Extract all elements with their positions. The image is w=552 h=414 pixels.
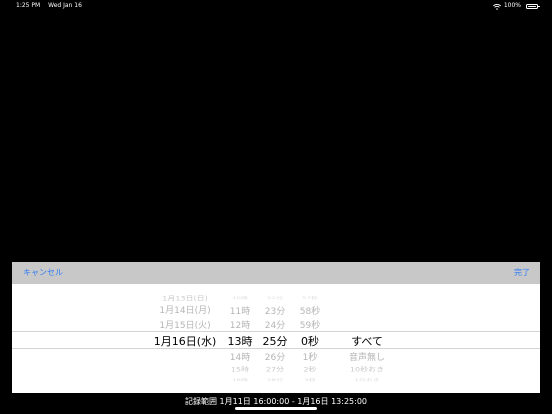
date-time-picker[interactable]: 1月13日(日) 1月14日(月) 1月15日(火) 1月16日(水) 10時 … (12, 284, 540, 393)
battery-icon (526, 3, 540, 9)
picker-item-second[interactable]: 57秒 (296, 296, 324, 301)
done-button[interactable]: 完了 (514, 262, 530, 284)
picker-column-hour[interactable]: 10時 11時 12時 13時 14時 15時 16時 (226, 284, 254, 393)
picker-item-minute[interactable]: 22分 (261, 296, 289, 301)
picker-item-hour[interactable]: 16時 (226, 378, 254, 383)
cancel-button[interactable]: キャンセル (23, 262, 63, 284)
recording-range-label: 記録範囲 1月11日 16:00:00 - 1月16日 13:25:00 (185, 397, 367, 406)
picker-item-hour[interactable]: 11時 (226, 304, 254, 317)
footer: 記録範囲 1月11日 16:00:00 - 1月16日 13:25:00 (0, 393, 552, 414)
picker-item-minute[interactable]: 27分 (261, 365, 289, 374)
picker-item-second[interactable]: 58秒 (296, 304, 324, 317)
picker-column-minute[interactable]: 22分 23分 24分 25分 26分 27分 28分 (261, 284, 289, 393)
status-bar: 1:25 PM Wed Jan 16 100% (0, 0, 552, 12)
picker-column-second[interactable]: 57秒 58秒 59秒 0秒 1秒 2秒 3秒 (296, 284, 324, 393)
picker-item-minute[interactable]: 26分 (261, 350, 289, 363)
picker-item-minute[interactable]: 28分 (261, 378, 289, 383)
picker-item-minute[interactable]: 24分 (261, 318, 289, 331)
picker-item-second[interactable]: 3秒 (296, 378, 324, 383)
picker-toolbar: キャンセル 完了 (12, 262, 540, 284)
picker-item-minute-selected[interactable]: 25分 (261, 333, 289, 349)
picker-item-second-selected[interactable]: 0秒 (296, 333, 324, 349)
picker-item-filter[interactable]: 10秒おき (334, 365, 400, 374)
picker-item-hour[interactable]: 14時 (226, 350, 254, 363)
picker-item-date-selected[interactable]: 1月16日(水) (142, 333, 228, 349)
wifi-icon (492, 3, 501, 10)
picker-item-date[interactable]: 1月13日(日) (142, 294, 228, 303)
picker-item-hour[interactable]: 12時 (226, 318, 254, 331)
picker-item-hour[interactable]: 10時 (226, 296, 254, 301)
home-indicator[interactable] (235, 407, 317, 410)
picker-item-second[interactable]: 59秒 (296, 318, 324, 331)
picker-item-filter[interactable]: 1分おき (334, 378, 400, 383)
picker-item-hour-selected[interactable]: 13時 (226, 333, 254, 349)
picker-item-second[interactable]: 1秒 (296, 350, 324, 363)
picker-column-date[interactable]: 1月13日(日) 1月14日(月) 1月15日(火) 1月16日(水) (142, 284, 228, 393)
picker-item-minute[interactable]: 23分 (261, 304, 289, 317)
picker-item-hour[interactable]: 15時 (226, 365, 254, 374)
picker-column-filter[interactable]: すべて 音声無し 10秒おき 1分おき (334, 284, 400, 393)
picker-item-date[interactable]: 1月14日(月) (142, 303, 228, 316)
picker-item-date[interactable]: 1月15日(火) (142, 318, 228, 331)
picker-item-filter-selected[interactable]: すべて (334, 333, 400, 349)
battery-percent: 100% (503, 2, 521, 9)
picker-item-filter[interactable]: 音声無し (334, 350, 400, 363)
status-date: Wed Jan 16 (48, 2, 82, 9)
status-time: 1:25 PM (16, 2, 41, 9)
picker-item-second[interactable]: 2秒 (296, 365, 324, 374)
